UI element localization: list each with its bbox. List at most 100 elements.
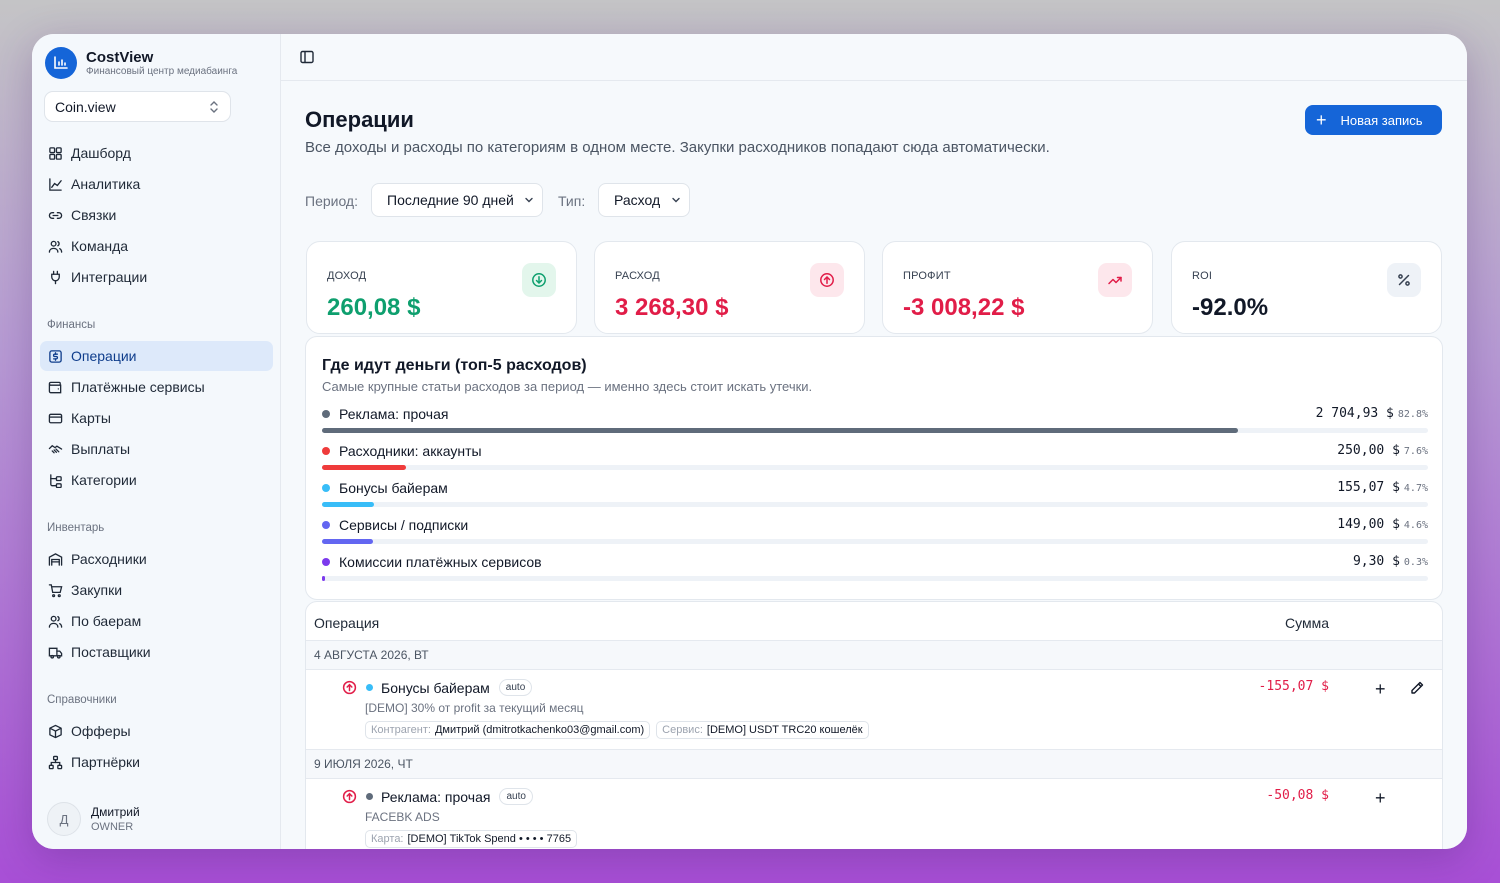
sidebar-item-categories[interactable]: Категории	[40, 465, 273, 495]
type-select[interactable]: Расход	[598, 183, 690, 217]
new-record-button[interactable]: + Новая запись	[1305, 105, 1442, 135]
new-record-label: Новая запись	[1340, 112, 1423, 128]
expense-amount: 2 704,93 $82.8%	[1316, 406, 1428, 421]
expense-name: Реклама: прочая	[322, 406, 448, 422]
operation-category: Реклама: прочая	[381, 788, 491, 805]
sidebar-item-label: Поставщики	[71, 644, 151, 660]
brand-subtitle: Финансовый центр медиабаинга	[86, 65, 238, 77]
sidebar-item-purchases[interactable]: Закупки	[40, 575, 273, 605]
expense-name: Бонусы байерам	[322, 480, 448, 496]
table-row[interactable]: Реклама: прочая auto FACEBK ADS Карта: [D…	[306, 788, 1442, 849]
workspace-name: Coin.view	[55, 98, 116, 115]
sidebar-toggle-icon[interactable]	[299, 49, 315, 65]
handshake-icon	[48, 444, 63, 453]
expense-bar-fill	[322, 465, 406, 470]
expense-bar-track	[322, 502, 1428, 507]
sidebar-item-suppliers[interactable]: Поставщики	[40, 637, 273, 667]
sidebar-item-partners[interactable]: Партнёрки	[40, 747, 273, 777]
users-icon	[48, 240, 63, 253]
chart-line-icon	[49, 177, 62, 191]
chevron-down-icon	[525, 197, 533, 203]
brand-logo-icon	[45, 47, 77, 79]
workspace-switcher[interactable]: Coin.view	[44, 91, 231, 122]
brand-title: CostView	[86, 48, 154, 66]
sidebar-item-integrations[interactable]: Интеграции	[40, 262, 273, 292]
expense-name: Комиссии платёжных сервисов	[322, 554, 542, 570]
add-button[interactable]: +	[1375, 788, 1386, 809]
tag-key: Карта:	[371, 833, 404, 845]
expense-amount: 149,00 $4.6%	[1337, 517, 1428, 532]
chevrons-up-down-icon	[210, 100, 218, 113]
sidebar-item-by-buyers[interactable]: По баерам	[40, 606, 273, 636]
expense-bar-track	[322, 465, 1428, 470]
add-button[interactable]: +	[1375, 679, 1386, 700]
arrow-up-circle-icon	[342, 789, 357, 804]
sidebar-item-payouts[interactable]: Выплаты	[40, 434, 273, 464]
expense-label: Бонусы байерам	[339, 480, 448, 496]
brand[interactable]: CostView Финансовый центр медиабаинга	[45, 47, 237, 79]
expense-row: Сервисы / подписки 149,00 $4.6%	[322, 517, 1428, 547]
page-title: Операции	[305, 107, 414, 132]
sidebar-item-dashboard[interactable]: Дашборд	[40, 138, 273, 168]
table-row[interactable]: Бонусы байерам auto [DEMO] 30% от profit…	[306, 679, 1442, 749]
expense-row: Расходники: аккаунты 250,00 $7.6%	[322, 443, 1428, 473]
panel-subtitle: Самые крупные статьи расходов за период …	[322, 379, 813, 394]
operation-tags: Карта: [DEMO] TikTok Spend • • • • 7765	[365, 830, 583, 848]
arrow-up-circle-icon	[342, 680, 357, 695]
percent-icon	[1387, 263, 1421, 297]
user-name: Дмитрий	[91, 804, 140, 819]
link-icon	[48, 211, 63, 219]
stat-card-expense: РАСХОД 3 268,30 $	[594, 241, 865, 334]
expense-bar-track	[322, 428, 1428, 433]
sidebar-item-analytics[interactable]: Аналитика	[40, 169, 273, 199]
avatar: Д	[47, 802, 81, 836]
top-expenses-panel: Где идут деньги (топ-5 расходов) Самые к…	[305, 336, 1443, 600]
sidebar-item-label: Офферы	[71, 723, 131, 739]
page-description: Все доходы и расходы по категориям в одн…	[305, 139, 1050, 156]
sidebar-item-cards[interactable]: Карты	[40, 403, 273, 433]
category-dot	[366, 684, 373, 691]
period-select[interactable]: Последние 90 дней	[371, 183, 543, 217]
expense-bar-fill	[322, 576, 325, 581]
tag-key: Контрагент:	[371, 724, 431, 736]
nav-section-inventory: Инвентарь	[47, 522, 105, 534]
sidebar-item-label: Партнёрки	[71, 754, 140, 770]
dollar-square-icon	[49, 349, 62, 363]
trending-up-icon	[1098, 263, 1132, 297]
tree-icon	[50, 473, 62, 488]
sidebar-item-label: Выплаты	[71, 441, 131, 457]
edit-pencil-icon[interactable]	[1409, 680, 1425, 696]
sidebar-item-links[interactable]: Связки	[40, 200, 273, 230]
user-role: OWNER	[91, 820, 134, 833]
stat-card-profit: ПРОФИТ -3 008,22 $	[882, 241, 1153, 334]
type-label: Тип:	[558, 193, 586, 209]
expense-percent: 0.3%	[1403, 557, 1428, 568]
box-icon	[49, 724, 62, 738]
expense-dot	[322, 410, 330, 418]
sidebar-item-consumables[interactable]: Расходники	[40, 544, 273, 574]
stat-value: -3 008,22 $	[903, 294, 1025, 321]
expense-amount: 9,30 $0.3%	[1353, 554, 1428, 569]
expense-name: Сервисы / подписки	[322, 517, 468, 533]
sidebar-item-team[interactable]: Команда	[40, 231, 273, 261]
sidebar-item-offers[interactable]: Офферы	[40, 716, 273, 746]
card-icon	[48, 413, 63, 423]
stat-value: 260,08 $	[327, 294, 421, 321]
cart-icon	[48, 583, 63, 597]
divider	[306, 778, 1442, 779]
sidebar-item-label: Платёжные сервисы	[71, 379, 205, 395]
expense-bar-fill	[322, 502, 374, 507]
tag-value: Дмитрий (dmitrotkachenko03@gmail.com)	[434, 724, 645, 736]
auto-badge: auto	[498, 679, 533, 696]
operation-tags: Контрагент: Дмитрий (dmitrotkachenko03@gm…	[365, 721, 875, 739]
user-profile[interactable]: Д Дмитрий OWNER	[47, 802, 140, 836]
expense-amount-value: 155,07 $	[1337, 480, 1400, 495]
stat-value: 3 268,30 $	[615, 294, 729, 321]
nav-section-finance: Финансы	[47, 319, 96, 331]
operation-description: FACEBK ADS	[365, 810, 440, 824]
topbar	[281, 34, 1467, 81]
expense-amount: 250,00 $7.6%	[1337, 443, 1428, 458]
sidebar-item-payment-services[interactable]: Платёжные сервисы	[40, 372, 273, 402]
sidebar-item-operations[interactable]: Операции	[40, 341, 273, 371]
nav-section-reference: Справочники	[47, 694, 117, 706]
